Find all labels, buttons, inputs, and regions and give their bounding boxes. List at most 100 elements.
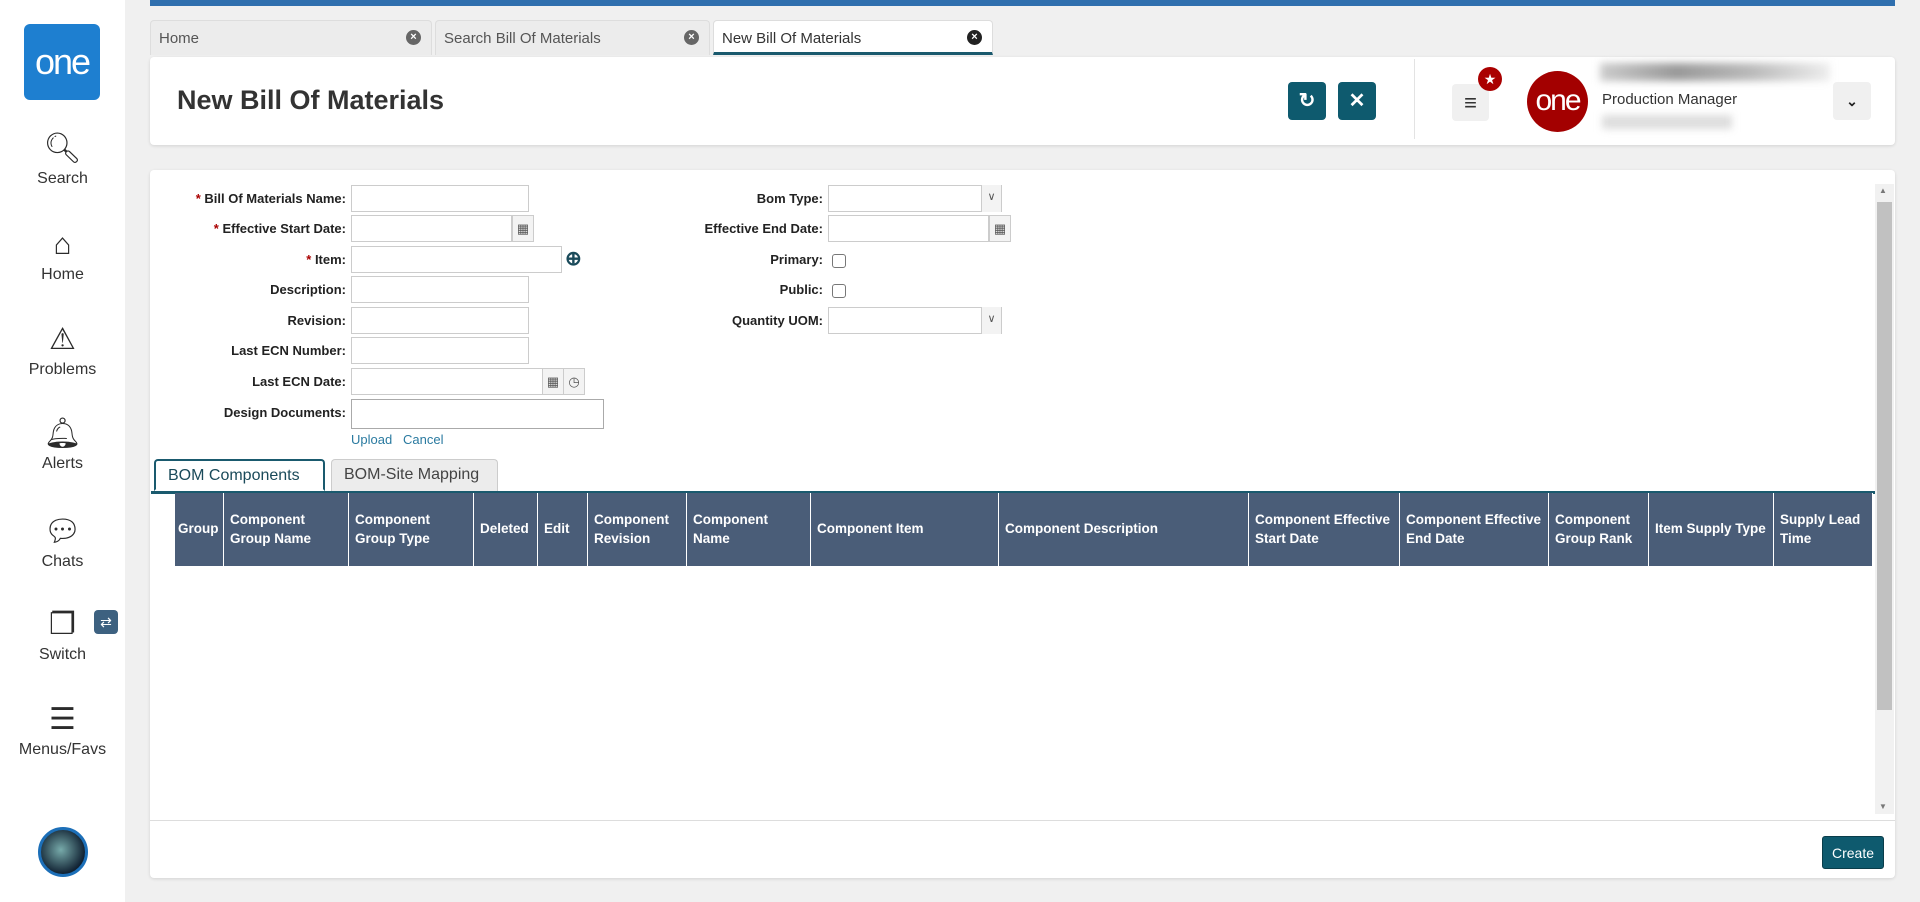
public-checkbox[interactable] <box>832 284 846 298</box>
star-icon: ★ <box>1478 67 1502 91</box>
last-ecn-date-input[interactable] <box>351 368 543 395</box>
column-header[interactable]: Component Description <box>999 493 1249 566</box>
user-role: Production Manager <box>1602 91 1738 108</box>
tab-new-bom[interactable]: New Bill Of Materials × <box>713 20 993 55</box>
create-button[interactable]: Create <box>1822 836 1884 869</box>
sidebar-item-label: Chats <box>41 553 84 570</box>
last-ecn-number-input[interactable] <box>351 337 529 364</box>
top-accent-bar <box>150 0 1895 6</box>
sidebar-item-menus-favs[interactable]: ☰ Menus/Favs <box>0 703 125 759</box>
tab-label: Home <box>159 30 200 47</box>
avatar[interactable]: one <box>1527 71 1588 132</box>
close-icon[interactable]: × <box>967 30 982 45</box>
main-panel: * Bill Of Materials Name: * Effective St… <box>150 170 1895 878</box>
column-header[interactable]: Supply Lead Time <box>1774 493 1873 566</box>
scroll-down-icon[interactable]: ▼ <box>1879 802 1887 811</box>
column-header[interactable]: Group <box>175 493 224 566</box>
primary-checkbox[interactable] <box>832 254 846 268</box>
close-icon[interactable]: × <box>684 30 699 45</box>
design-documents-input[interactable] <box>351 399 604 429</box>
close-icon: ✕ <box>1348 90 1366 112</box>
sidebar-item-search[interactable]: 🔍︎ Search <box>0 132 125 188</box>
field-label: Effective End Date: <box>704 221 823 236</box>
tab-label: Search Bill Of Materials <box>444 30 601 47</box>
field-label: Last ECN Number: <box>231 343 346 358</box>
column-header[interactable]: Edit <box>538 493 588 566</box>
column-header[interactable]: Component Revision <box>588 493 687 566</box>
effective-end-date-input[interactable] <box>828 215 989 242</box>
field-label: Description: <box>270 282 346 297</box>
column-header[interactable]: Component Group Rank <box>1549 493 1649 566</box>
effective-start-date-label: Effective Start Date: <box>222 221 346 236</box>
app-logo[interactable]: one <box>24 24 100 100</box>
refresh-icon: ↻ <box>1298 90 1316 112</box>
chat-icon: 💬︎ <box>43 515 82 548</box>
bom-type-select[interactable]: ∨ <box>828 185 1002 212</box>
sidebar-item-home[interactable]: ⌂ Home <box>0 228 125 284</box>
sidebar-item-problems[interactable]: ⚠ Problems <box>0 323 125 379</box>
redacted-username <box>1600 63 1830 81</box>
field-label: Last ECN Date: <box>252 374 346 389</box>
close-icon[interactable]: × <box>406 30 421 45</box>
column-header[interactable]: Item Supply Type <box>1649 493 1774 566</box>
scrollbar-thumb[interactable] <box>1877 202 1892 710</box>
required-marker: * <box>306 252 315 267</box>
column-header[interactable]: Component Group Type <box>349 493 474 566</box>
page-header: New Bill Of Materials ↻ ✕ ≡ ★ one Produc… <box>150 57 1895 145</box>
cancel-link[interactable]: Cancel <box>403 432 443 447</box>
field-label: Bom Type: <box>756 191 823 206</box>
sidebar-item-chats[interactable]: 💬︎ Chats <box>0 515 125 571</box>
tab-home[interactable]: Home × <box>150 20 432 55</box>
assistant-avatar[interactable] <box>38 827 88 877</box>
sidebar-item-label: Menus/Favs <box>18 741 107 758</box>
home-icon: ⌂ <box>53 228 72 261</box>
field-label: Design Documents: <box>223 405 346 420</box>
sidebar-item-alerts[interactable]: 🔔︎ Alerts <box>0 417 125 473</box>
redacted-org <box>1602 115 1732 129</box>
chevron-down-icon: ∨ <box>981 185 1001 212</box>
sidebar-item-label: Switch <box>38 646 87 663</box>
close-button[interactable]: ✕ <box>1338 82 1376 120</box>
search-icon: 🔍︎ <box>43 132 82 165</box>
field-label: * Item: <box>156 252 346 267</box>
scroll-up-icon[interactable]: ▲ <box>1879 186 1887 195</box>
field-label: * Effective Start Date: <box>156 221 346 236</box>
field-label: Primary: <box>770 252 823 267</box>
upload-link[interactable]: Upload <box>351 432 392 447</box>
tab-search-bom[interactable]: Search Bill Of Materials × <box>435 20 710 55</box>
field-label: * Bill Of Materials Name: <box>156 191 346 206</box>
column-header[interactable]: Component Name <box>687 493 811 566</box>
column-header[interactable]: Component Effective Start Date <box>1249 493 1400 566</box>
effective-start-date-input[interactable] <box>351 215 512 242</box>
calendar-icon[interactable]: ▦ <box>989 215 1011 242</box>
field-label: Quantity UOM: <box>732 313 823 328</box>
column-header[interactable]: Component Item <box>811 493 999 566</box>
column-header[interactable]: Deleted <box>474 493 538 566</box>
chevron-down-icon: ∨ <box>981 307 1001 334</box>
divider <box>1414 59 1415 139</box>
bom-name-label: Bill Of Materials Name: <box>204 191 346 206</box>
user-menu-button[interactable]: ⌄ <box>1833 82 1871 120</box>
footer-divider <box>150 820 1895 821</box>
field-label: Revision: <box>287 313 346 328</box>
column-header[interactable]: Component Effective End Date <box>1400 493 1549 566</box>
field-label: Public: <box>779 282 823 297</box>
sidebar-item-label: Problems <box>28 361 97 378</box>
page-title: New Bill Of Materials <box>177 85 445 115</box>
sidebar-item-label: Alerts <box>42 455 83 472</box>
calendar-icon[interactable]: ▦ <box>543 368 564 395</box>
sidebar: one 🔍︎ Search ⌂ Home ⚠ Problems 🔔︎ Alerts 💬︎… <box>0 0 125 902</box>
quantity-uom-select[interactable]: ∨ <box>828 307 1002 334</box>
hamburger-icon: ≡ <box>1464 90 1477 115</box>
refresh-button[interactable]: ↻ <box>1288 82 1326 120</box>
hamburger-icon: ☰ <box>49 703 76 736</box>
warning-icon: ⚠ <box>49 323 76 356</box>
swap-icon[interactable]: ⇄ <box>94 610 118 634</box>
chevron-down-icon: ⌄ <box>1846 93 1858 109</box>
tab-bom-site-mapping[interactable]: BOM-Site Mapping <box>331 459 498 491</box>
item-label: Item: <box>314 252 346 267</box>
sidebar-item-label: Search <box>37 170 88 187</box>
tab-bom-components[interactable]: BOM Components <box>154 459 325 491</box>
clock-icon[interactable]: ◷ <box>564 368 585 395</box>
column-header[interactable]: Component Group Name <box>224 493 349 566</box>
